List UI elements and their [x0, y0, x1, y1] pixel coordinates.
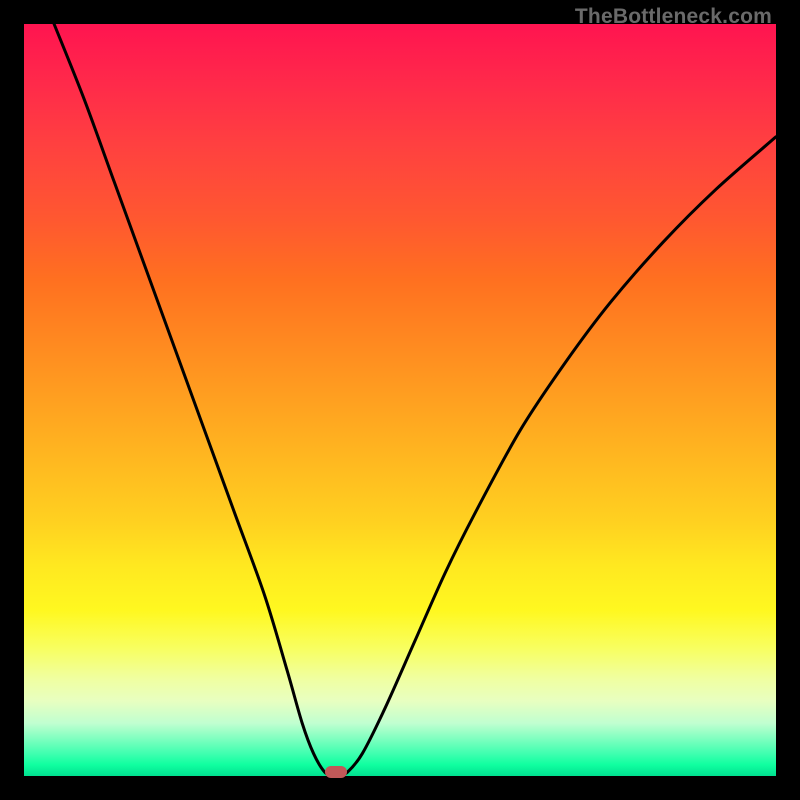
- optimal-marker: [325, 766, 347, 778]
- bottleneck-curve: [24, 24, 776, 776]
- watermark-text: TheBottleneck.com: [575, 5, 772, 29]
- plot-area: [24, 24, 776, 776]
- chart-frame: TheBottleneck.com: [0, 0, 800, 800]
